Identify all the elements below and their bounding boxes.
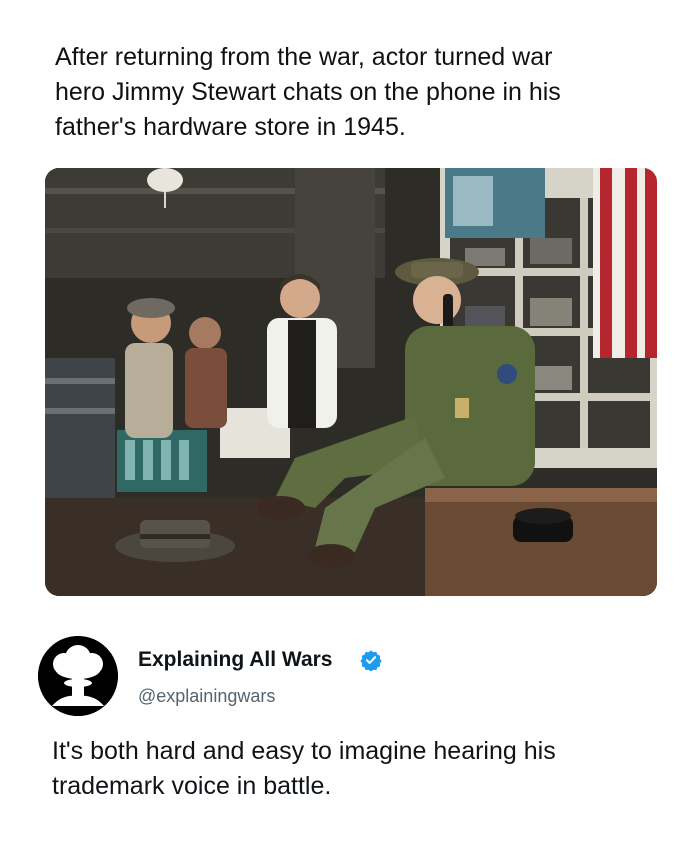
tweet-text: It's both hard and easy to imagine heari… [52,734,652,804]
caption-line: father's hardware store in 1945. [55,113,406,141]
caption-line: After returning from the war, actor turn… [55,43,553,71]
post-photo[interactable] [45,168,657,596]
mushroom-cloud-icon [38,636,118,716]
verified-badge-icon [360,650,382,671]
author-handle[interactable]: @explainingwars [138,686,275,707]
post-caption: After returning from the war, actor turn… [55,40,655,145]
tweet-line: trademark voice in battle. [52,772,332,800]
hardware-store-photo [45,168,657,596]
author-display-name[interactable]: Explaining All Wars [138,648,332,672]
caption-line: hero Jimmy Stewart chats on the phone in… [55,78,561,106]
tweet-line: It's both hard and easy to imagine heari… [52,737,556,765]
author-row[interactable]: Explaining All Wars @explainingwars [38,636,658,720]
avatar[interactable] [38,636,118,716]
